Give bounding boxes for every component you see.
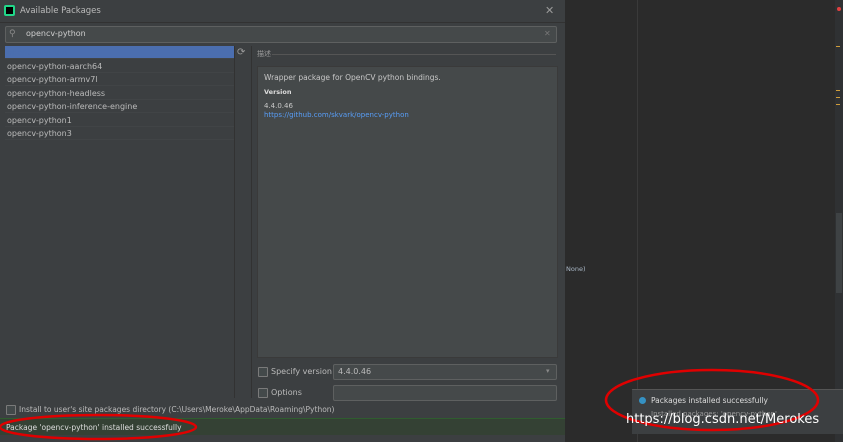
- red-annotation-circles: [0, 368, 820, 441]
- watermark: https://blog.csdn.net/Merokes: [626, 412, 820, 427]
- annotation-ellipse-status: [0, 413, 198, 441]
